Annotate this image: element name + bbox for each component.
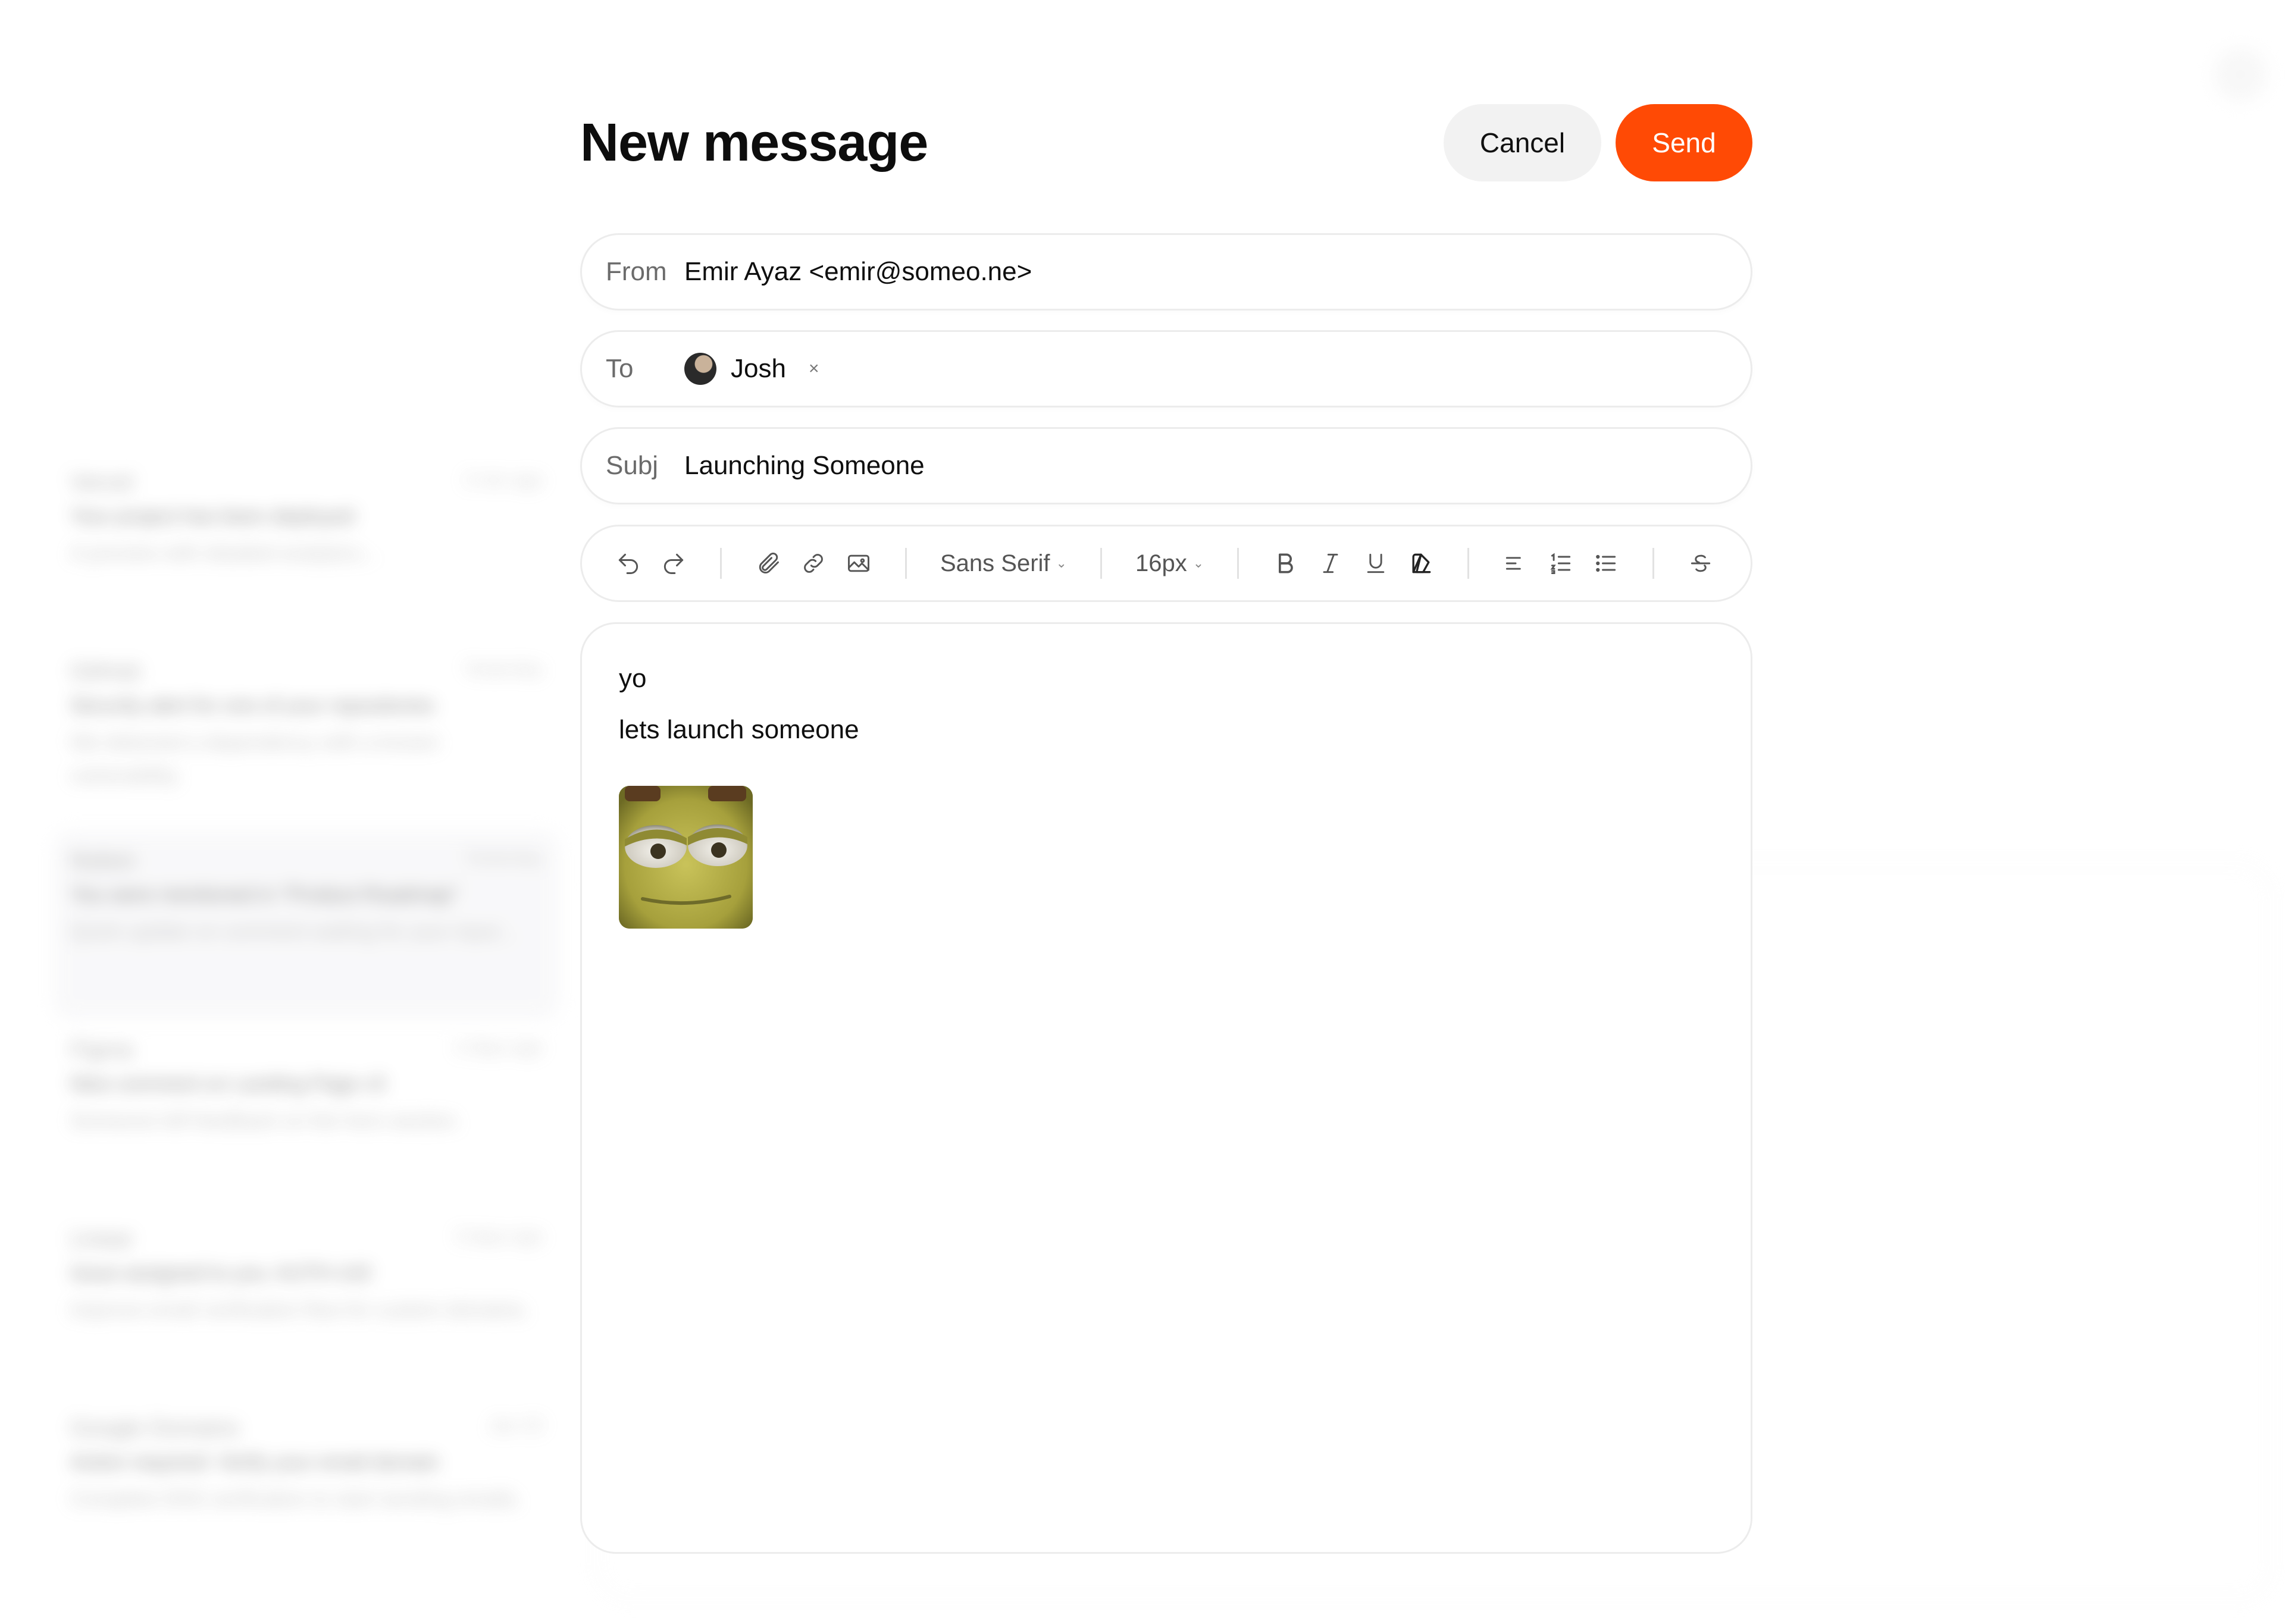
attached-image[interactable] bbox=[619, 786, 753, 929]
subject-field[interactable]: Subj Launching Someone bbox=[580, 427, 1752, 504]
link-icon[interactable] bbox=[791, 541, 836, 586]
toolbar-divider bbox=[905, 548, 907, 579]
from-field[interactable]: From Emir Ayaz <emir@someo.ne> bbox=[580, 233, 1752, 311]
image-icon[interactable] bbox=[836, 541, 881, 586]
toolbar-divider bbox=[1237, 548, 1239, 579]
mail-sender: GitHub bbox=[70, 659, 141, 684]
mail-date: 3 days ago bbox=[455, 1227, 543, 1246]
header-actions: Cancel Send bbox=[1444, 104, 1752, 181]
mail-list-item: Figma 2 days ago New comment on Landing P… bbox=[54, 1020, 559, 1209]
mail-date: Yesterday bbox=[464, 848, 543, 868]
message-body-editor[interactable]: yo lets launch someone bbox=[580, 622, 1752, 1554]
mail-list-item: Notion Yesterday You were mentioned in "P… bbox=[54, 830, 559, 1020]
from-label: From bbox=[606, 257, 667, 286]
mail-sender: Linear bbox=[70, 1227, 133, 1252]
mail-preview: Quick update on comment waiting for your… bbox=[70, 920, 516, 943]
mail-preview: Improve email verification flow for cust… bbox=[70, 1299, 529, 1321]
font-family-value: Sans Serif bbox=[940, 550, 1050, 576]
bold-icon[interactable] bbox=[1263, 541, 1308, 586]
background-avatar bbox=[2214, 48, 2267, 101]
mail-date: 2 min ago bbox=[464, 470, 543, 490]
mail-sender: Vercel bbox=[70, 470, 133, 495]
chevron-down-icon: ⌄ bbox=[1192, 556, 1204, 570]
compose-header: New message Cancel Send bbox=[580, 104, 1752, 181]
font-size-select[interactable]: 16px ⌄ bbox=[1126, 550, 1213, 577]
toolbar-divider bbox=[1652, 548, 1655, 579]
toolbar-divider bbox=[720, 548, 722, 579]
body-line: yo bbox=[619, 664, 647, 693]
avatar bbox=[684, 353, 716, 385]
subject-value: Launching Someone bbox=[684, 451, 925, 480]
mail-subject: Issue assigned to you: AUTH-142 bbox=[70, 1262, 372, 1284]
send-button[interactable]: Send bbox=[1616, 104, 1752, 181]
mail-subject: New comment on Landing Page v3 bbox=[70, 1073, 386, 1095]
to-label: To bbox=[606, 354, 634, 383]
mail-preview: Complete DNS verification to start sendi… bbox=[70, 1488, 521, 1510]
mail-sender: Google Domains bbox=[70, 1416, 239, 1441]
formatting-toolbar: Sans Serif ⌄ 16px ⌄ bbox=[580, 525, 1752, 602]
toolbar-divider bbox=[1100, 548, 1102, 579]
ordered-list-icon[interactable] bbox=[1538, 541, 1583, 586]
chevron-down-icon: ⌄ bbox=[1056, 556, 1067, 570]
page-title: New message bbox=[580, 112, 928, 173]
mail-subject: You were mentioned in "Product Roadmap" bbox=[70, 883, 459, 906]
mail-list-item: Vercel 2 min ago Your project has been de… bbox=[54, 452, 559, 641]
bullet-list-icon[interactable] bbox=[1583, 541, 1629, 586]
mail-sender: Notion bbox=[70, 848, 136, 873]
from-value: Emir Ayaz <emir@someo.ne> bbox=[684, 257, 1032, 286]
mail-preview: Someone left feedback on the hero sectio… bbox=[70, 1109, 461, 1132]
recipient-chip[interactable]: Josh × bbox=[684, 353, 819, 385]
mail-sender: Figma bbox=[70, 1037, 133, 1062]
mail-date: 2 days ago bbox=[455, 1037, 543, 1057]
remove-recipient-icon[interactable]: × bbox=[809, 359, 819, 379]
mail-date: Jan 23 bbox=[489, 1416, 543, 1435]
mail-subject: Action required: Verify your email domai… bbox=[70, 1451, 439, 1473]
undo-icon[interactable] bbox=[606, 541, 651, 586]
mail-list-item: Linear 3 days ago Issue assigned to you: … bbox=[54, 1209, 559, 1398]
mail-list: Vercel 2 min ago Your project has been de… bbox=[54, 452, 559, 1587]
toolbar-divider bbox=[1467, 548, 1470, 579]
to-field[interactable]: To Josh × bbox=[580, 330, 1752, 407]
italic-icon[interactable] bbox=[1308, 541, 1353, 586]
underline-icon[interactable] bbox=[1353, 541, 1398, 586]
mail-list-item: GitHub Yesterday Security alert for one o… bbox=[54, 641, 559, 830]
mail-date: Yesterday bbox=[464, 659, 543, 679]
strikethrough-icon[interactable] bbox=[1678, 541, 1723, 586]
mail-preview: A preview with detailed analytics... bbox=[70, 542, 377, 565]
redo-icon[interactable] bbox=[651, 541, 696, 586]
subject-label: Subj bbox=[606, 451, 659, 480]
recipient-name: Josh bbox=[731, 354, 786, 383]
compose-panel: New message Cancel Send From Emir Ayaz <… bbox=[580, 0, 1752, 1624]
mail-preview: We detected a dependency with a known vu… bbox=[70, 731, 439, 787]
character-face-image bbox=[619, 786, 753, 929]
font-size-value: 16px bbox=[1135, 550, 1187, 576]
highlight-icon[interactable] bbox=[1398, 541, 1444, 586]
attachment-icon[interactable] bbox=[746, 541, 791, 586]
font-family-select[interactable]: Sans Serif ⌄ bbox=[931, 550, 1076, 577]
align-icon[interactable] bbox=[1493, 541, 1538, 586]
body-line: lets launch someone bbox=[619, 715, 859, 744]
mail-subject: Your project has been deployed bbox=[70, 505, 354, 528]
cancel-button[interactable]: Cancel bbox=[1444, 104, 1601, 181]
mail-list-item: Google Domains Jan 23 Action required: Ve… bbox=[54, 1398, 559, 1587]
mail-subject: Security alert for one of your repositor… bbox=[70, 694, 435, 717]
